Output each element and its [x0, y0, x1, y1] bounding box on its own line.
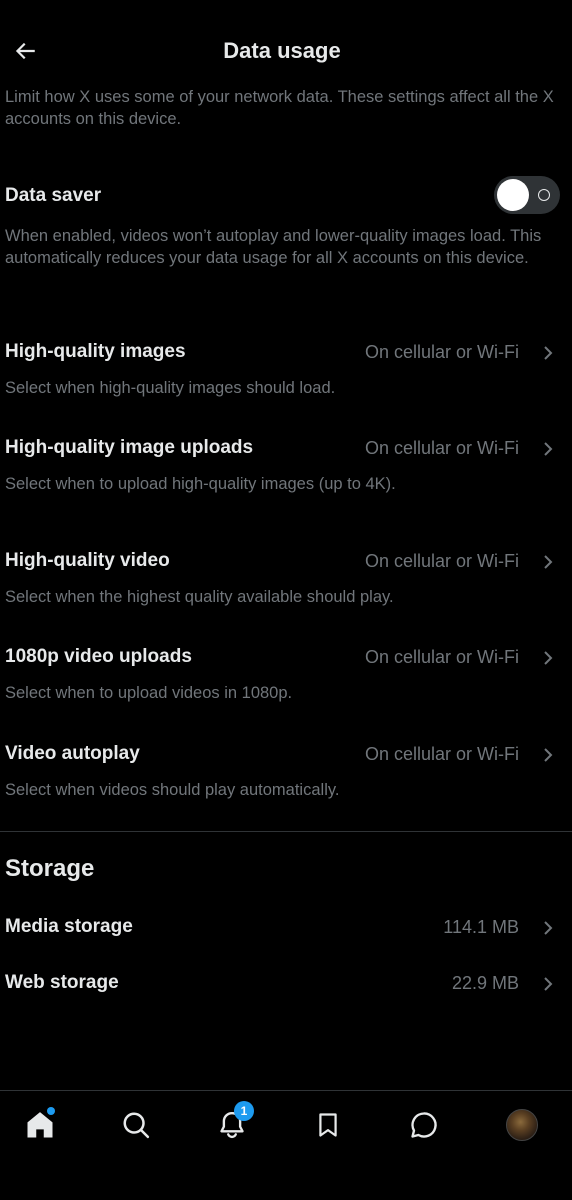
page-title: Data usage [223, 38, 341, 63]
data-saver-row: Data saver [5, 176, 560, 214]
setting-1080p-video-uploads[interactable]: 1080p video uploads On cellular or Wi-Fi… [0, 644, 572, 704]
setting-value: On cellular or Wi-Fi [364, 551, 519, 571]
setting-value: On cellular or Wi-Fi [364, 647, 519, 667]
chevron-right-icon [544, 748, 553, 762]
setting-description: Select when high-quality images should l… [5, 379, 336, 397]
chevron-right-icon [544, 346, 553, 360]
chevron-right-icon [544, 555, 553, 569]
nav-notifications[interactable]: 1 [214, 1101, 254, 1143]
nav-search[interactable] [118, 1107, 154, 1143]
setting-description: Select when the highest quality availabl… [5, 588, 394, 606]
setting-description: Select when to upload videos in 1080p. [5, 684, 293, 702]
data-saver-label: Data saver [5, 185, 102, 206]
storage-heading: Storage [5, 855, 95, 882]
setting-name: High-quality video [5, 550, 170, 571]
section-divider [0, 831, 572, 832]
notifications-badge: 1 [234, 1101, 254, 1121]
toggle-off-icon [538, 189, 550, 201]
chevron-right-icon [544, 442, 553, 456]
header: Data usage [0, 0, 572, 100]
storage-value: 22.9 MB [451, 973, 519, 993]
bookmark-icon [319, 1113, 337, 1137]
intro-text: Limit how X uses some of your network da… [5, 88, 554, 128]
avatar [506, 1109, 538, 1141]
toggle-knob [497, 179, 529, 211]
chevron-right-icon [544, 977, 553, 991]
setting-high-quality-images[interactable]: High-quality images On cellular or Wi-Fi… [0, 339, 572, 399]
storage-name: Media storage [5, 916, 133, 937]
nav-messages[interactable] [406, 1107, 442, 1143]
chevron-right-icon [544, 651, 553, 665]
storage-value: 114.1 MB [443, 917, 519, 937]
storage-name: Web storage [5, 972, 119, 993]
home-notification-dot [47, 1107, 55, 1115]
setting-high-quality-image-uploads[interactable]: High-quality image uploads On cellular o… [0, 435, 572, 495]
setting-value: On cellular or Wi-Fi [364, 342, 519, 362]
setting-name: High-quality image uploads [5, 437, 254, 458]
nav-profile[interactable] [504, 1107, 540, 1143]
setting-value: On cellular or Wi-Fi [364, 744, 519, 764]
setting-description: Select when videos should play automatic… [5, 781, 340, 799]
search-icon [123, 1112, 150, 1139]
setting-video-autoplay[interactable]: Video autoplay On cellular or Wi-Fi Sele… [0, 741, 572, 801]
setting-value: On cellular or Wi-Fi [364, 438, 519, 458]
setting-name: Video autoplay [5, 743, 140, 764]
setting-name: High-quality images [5, 341, 186, 362]
nav-home[interactable] [22, 1107, 58, 1143]
data-saver-toggle[interactable] [494, 176, 560, 214]
setting-high-quality-video[interactable]: High-quality video On cellular or Wi-Fi … [0, 548, 572, 608]
data-saver-description: When enabled, videos won’t autoplay and … [5, 227, 542, 267]
storage-item-web[interactable]: Web storage 22.9 MB [0, 970, 572, 1000]
message-icon [411, 1112, 437, 1138]
storage-item-media[interactable]: Media storage 114.1 MB [0, 914, 572, 944]
setting-name: 1080p video uploads [5, 646, 192, 667]
bottom-navigation: 1 [0, 1090, 572, 1200]
nav-bookmarks[interactable] [310, 1107, 346, 1143]
chevron-right-icon [544, 921, 553, 935]
setting-description: Select when to upload high-quality image… [5, 475, 396, 493]
